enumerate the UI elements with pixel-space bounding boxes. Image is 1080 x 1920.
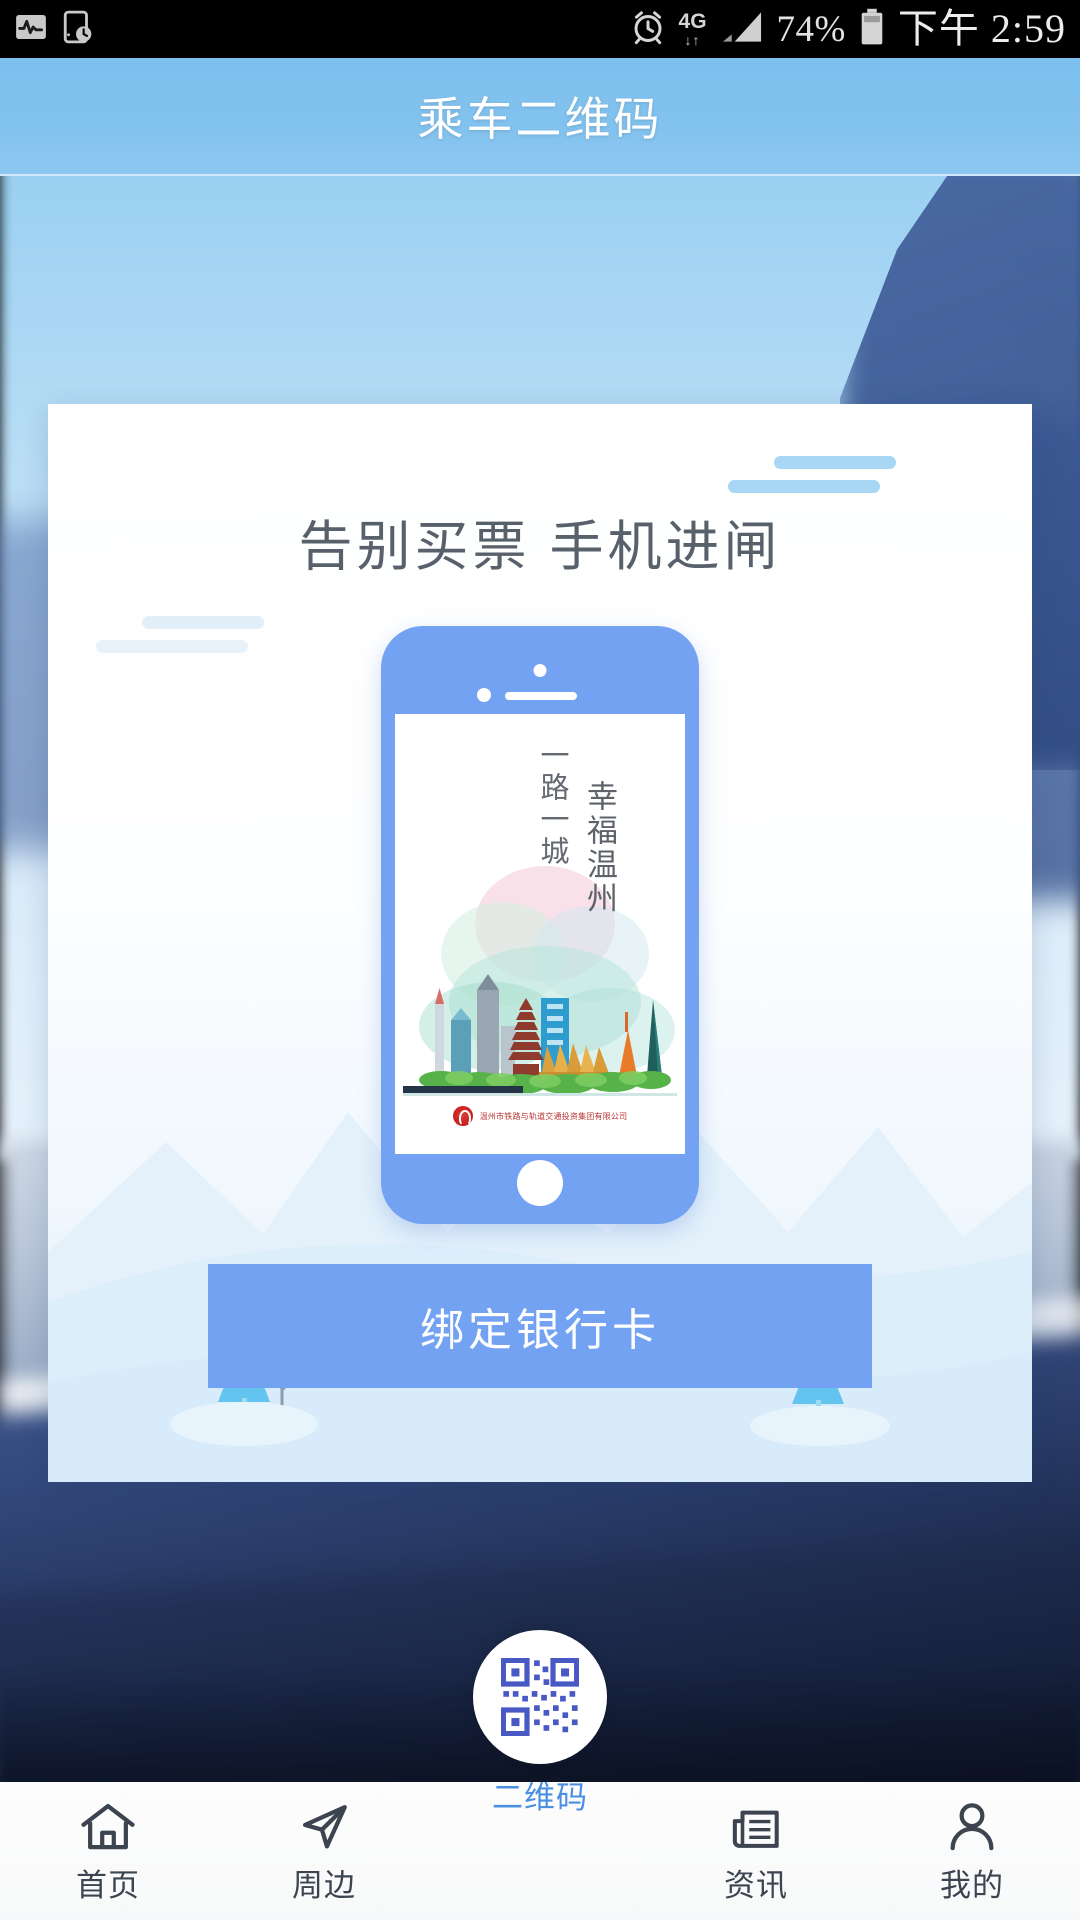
network-status: 4G ↓↑ [679, 11, 707, 47]
poster-company-footer: 温州市铁路与轨道交通投资集团有限公司 [395, 1106, 685, 1126]
home-icon [79, 1798, 137, 1856]
navigate-icon [296, 1798, 352, 1856]
battery-percent-label: 74% [776, 8, 846, 50]
nav-item-nearby[interactable]: 周边 [216, 1782, 432, 1905]
nav-label-nearby: 周边 [292, 1868, 356, 1903]
bind-bank-card-button[interactable]: 绑定银行卡 [208, 1264, 872, 1388]
status-bar-clock: 下午 2:59 [897, 6, 1066, 51]
phone-poster: 一路一城 幸福温州 温州市铁路与轨道交通投资集团有限公司 [395, 714, 685, 1154]
nav-label-home: 首页 [76, 1868, 140, 1903]
phone-camera-icon [533, 664, 547, 677]
promo-card: 告别买票 手机进闸 一路一城 幸福温州 温州市铁路与轨道交通投资集团有限公司 绑… [48, 404, 1032, 1482]
phone-speaker-icon [505, 692, 577, 700]
phone-home-button-icon [517, 1160, 563, 1206]
nav-item-profile[interactable]: 我的 [864, 1782, 1080, 1905]
battery-icon [859, 8, 885, 51]
nav-label-news: 资讯 [724, 1868, 788, 1903]
signal-bars-icon [720, 9, 764, 50]
wenzhou-rail-logo-icon [452, 1106, 473, 1126]
network-arrows: ↓↑ [684, 32, 701, 48]
news-icon [728, 1798, 784, 1856]
city-skyline-illustration [403, 974, 677, 1096]
cloud-decoration-left [96, 616, 264, 653]
nav-item-news[interactable]: 资讯 [648, 1782, 864, 1905]
bottom-navigation-bar: 首页 周边 二维码 资讯 我的 [0, 1630, 1080, 1920]
nav-item-home[interactable]: 首页 [0, 1782, 216, 1905]
cloud-decoration-right [728, 456, 896, 493]
network-type-label: 4G [678, 10, 707, 33]
company-name-label: 温州市铁路与轨道交通投资集团有限公司 [479, 1111, 628, 1121]
nav-item-qrcode[interactable]: 二维码 [432, 1630, 648, 1815]
alarm-clock-icon [630, 9, 666, 50]
nav-label-profile: 我的 [940, 1868, 1004, 1903]
activity-monitor-icon [14, 10, 48, 49]
app-screen: 4G ↓↑ 74% 下午 2:59 乘车二维码 告别买票 手机进闸 一路一城 幸… [0, 0, 1080, 1920]
poster-line-2: 幸福温州 [582, 780, 617, 916]
device-clock-icon [62, 10, 94, 49]
person-icon [945, 1798, 999, 1856]
phone-sensor-icon [477, 688, 491, 702]
phone-mockup: 一路一城 幸福温州 温州市铁路与轨道交通投资集团有限公司 [381, 626, 699, 1224]
card-headline: 告别买票 手机进闸 [298, 517, 782, 577]
page-title: 乘车二维码 [417, 93, 663, 145]
poster-line-1: 一路一城 [536, 740, 568, 868]
status-bar: 4G ↓↑ 74% 下午 2:59 [0, 0, 1080, 58]
app-header: 乘车二维码 [0, 58, 1080, 176]
